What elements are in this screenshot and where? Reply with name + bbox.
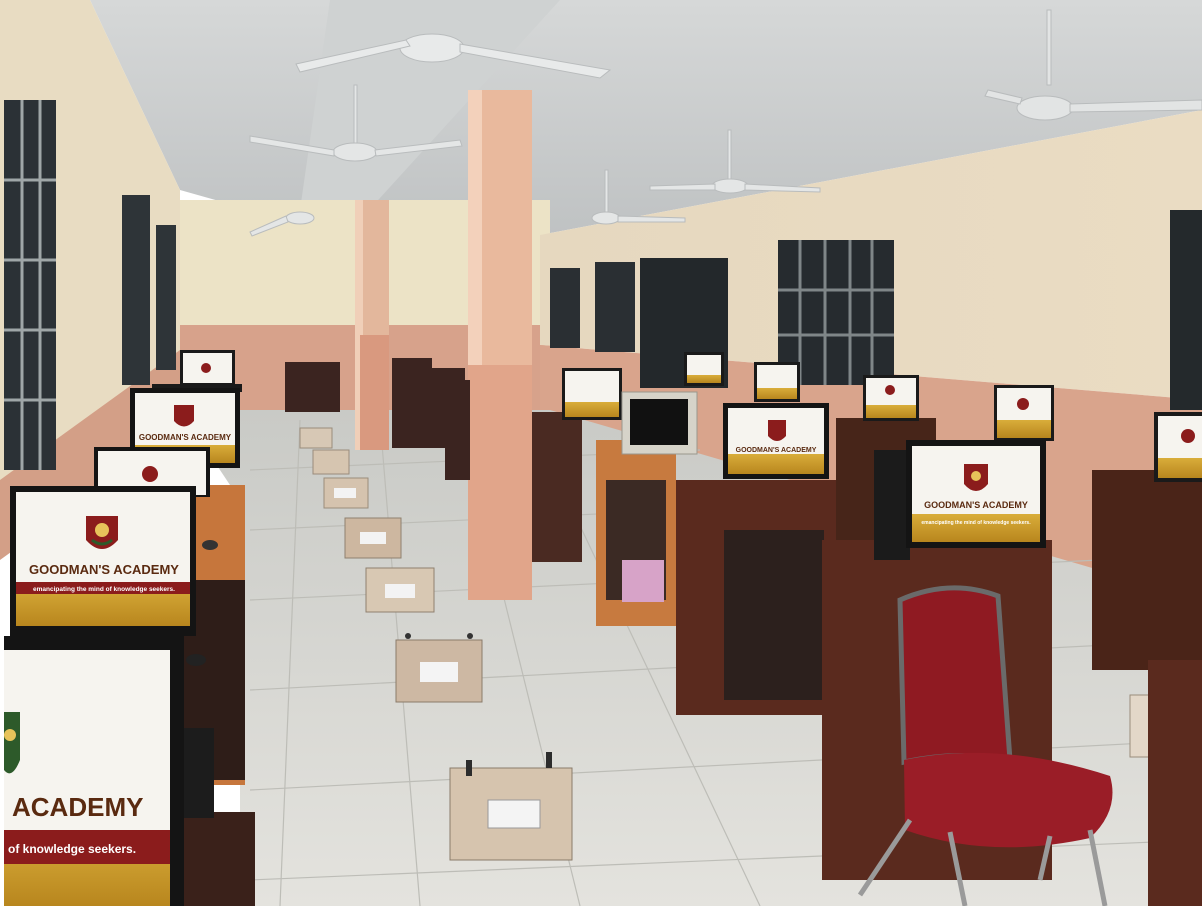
monitor-left-3-brand: GOODMAN'S ACADEMY <box>139 433 232 442</box>
monitor-foreground-tagline: of knowledge seekers. <box>8 842 136 856</box>
academy-logo-icon <box>768 420 786 441</box>
monitor-right-tagline: emancipating the mind of knowledge seeke… <box>921 520 1031 526</box>
power-socket-icon <box>365 567 435 613</box>
monitor-left-1-brand: GOODMAN'S ACADEMY <box>29 562 179 577</box>
monitor-foreground: ACADEMY of knowledge seekers. <box>4 636 184 906</box>
monitor-center-brand: GOODMAN'S ACADEMY <box>736 447 817 454</box>
pillar-front <box>468 90 532 600</box>
mouse <box>186 654 206 666</box>
monitor-left-1: GOODMAN'S ACADEMY emancipating the mind … <box>10 486 196 636</box>
monitor-far-2 <box>754 362 800 402</box>
power-socket-icon <box>323 477 369 509</box>
academy-logo-icon <box>964 464 988 491</box>
monitor-left-1-tagline: emancipating the mind of knowledge seeke… <box>33 586 175 593</box>
computer-lab-photo: GOODMAN'S ACADEMY GOODMAN'S ACADEMY eman… <box>0 0 1202 906</box>
academy-logo-icon <box>86 516 118 549</box>
monitor-edge-right <box>1154 412 1202 482</box>
monitor-far-1 <box>684 352 724 386</box>
power-socket-icon <box>312 449 350 475</box>
academy-logo-icon <box>174 405 194 427</box>
power-socket-icon <box>449 752 573 861</box>
monitor-foreground-brand: ACADEMY <box>12 792 143 822</box>
mouse <box>202 540 218 550</box>
monitor-mid-right-2 <box>994 385 1054 441</box>
power-socket-icon <box>344 517 402 559</box>
pc-tower <box>184 728 214 818</box>
monitor-left-far-1 <box>180 350 235 386</box>
power-socket-icon <box>395 633 483 703</box>
monitor-far-3 <box>562 368 622 420</box>
academy-logo-icon <box>4 712 20 774</box>
lab-illustration: GOODMAN'S ACADEMY GOODMAN'S ACADEMY eman… <box>0 0 1202 906</box>
power-socket-icon <box>299 427 333 449</box>
pillar-back <box>355 200 389 450</box>
monitor-center: GOODMAN'S ACADEMY <box>723 403 829 479</box>
monitor-right-large: GOODMAN'S ACADEMY emancipating the mind … <box>874 440 1046 560</box>
monitor-mid-right-1 <box>863 375 919 421</box>
monitor-right-brand: GOODMAN'S ACADEMY <box>924 500 1028 510</box>
monitor-beige <box>621 391 698 455</box>
